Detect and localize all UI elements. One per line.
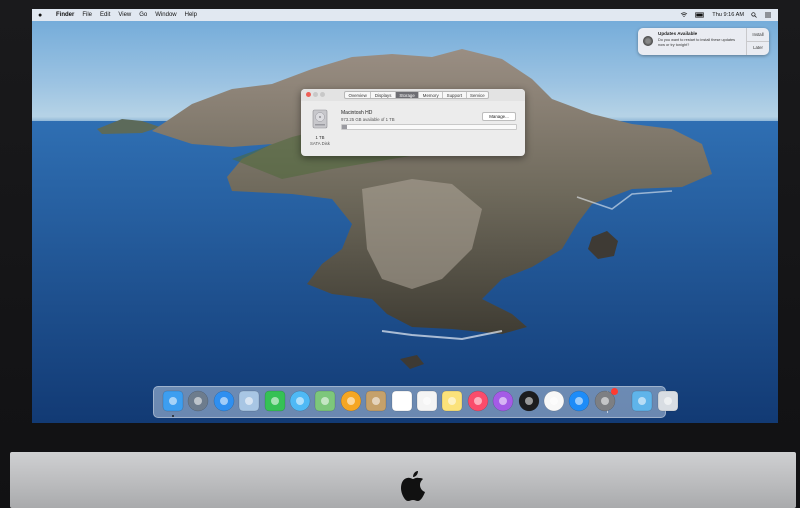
later-button[interactable]: Later <box>748 45 768 50</box>
notification-button-divider <box>747 41 769 42</box>
minimize-button[interactable] <box>313 92 318 97</box>
tab-support[interactable]: Support <box>443 92 467 98</box>
software-update-icon <box>643 36 653 46</box>
close-button[interactable] <box>306 92 311 97</box>
calendar-icon[interactable] <box>391 390 413 412</box>
downloads-folder-icon[interactable] <box>631 390 653 412</box>
messages-icon[interactable] <box>289 390 311 412</box>
disk-name: Macintosh HD <box>341 110 373 116</box>
contacts-icon[interactable] <box>365 390 387 412</box>
menu-extras: Thu 9:16 AM <box>680 9 772 21</box>
disk-size: 1 TB <box>315 135 325 140</box>
menu-help[interactable]: Help <box>185 12 197 18</box>
menu-window[interactable]: Window <box>155 12 176 18</box>
apple-menu-icon[interactable]: ● <box>38 12 48 19</box>
safari-icon[interactable] <box>213 390 235 412</box>
menu-view[interactable]: View <box>118 12 131 18</box>
disk-available: 973.25 GB available of 1 TB <box>341 117 395 122</box>
wallpaper-island <box>32 49 778 423</box>
tab-service[interactable]: Service <box>467 92 489 98</box>
tab-storage[interactable]: Storage <box>395 92 420 98</box>
photos-icon[interactable] <box>340 390 362 412</box>
about-tabs: Overview Displays Storage Memory Support… <box>344 91 490 99</box>
system-preferences-icon[interactable] <box>594 388 618 412</box>
imac-chin <box>10 452 796 508</box>
install-button[interactable]: Install <box>748 32 768 37</box>
reminders-icon[interactable] <box>416 390 438 412</box>
maps-icon[interactable] <box>314 390 336 412</box>
news-icon[interactable] <box>543 390 565 412</box>
notes-icon[interactable] <box>441 390 463 412</box>
notification-body: Do you want to restart to install these … <box>658 38 736 47</box>
app-store-icon[interactable] <box>568 390 590 412</box>
menu-edit[interactable]: Edit <box>100 12 110 18</box>
running-indicator <box>172 415 174 417</box>
apple-logo-icon <box>401 471 425 501</box>
update-badge <box>610 388 618 395</box>
updates-notification[interactable]: Updates Available Do you want to restart… <box>638 28 769 55</box>
zoom-button[interactable] <box>320 92 325 97</box>
storage-used-fill <box>342 125 348 129</box>
disk-type: SATA Disk <box>310 141 330 146</box>
search-icon[interactable] <box>751 12 757 18</box>
tab-memory[interactable]: Memory <box>419 92 444 98</box>
storage-bar <box>341 124 517 130</box>
menu-bar: ● Finder File Edit View Go Window Help T… <box>32 9 778 21</box>
trash-icon[interactable] <box>657 390 679 412</box>
podcasts-icon[interactable] <box>492 390 514 412</box>
about-this-mac-window: Overview Displays Storage Memory Support… <box>301 89 525 156</box>
window-titlebar[interactable]: Overview Displays Storage Memory Support… <box>301 89 525 101</box>
menu-app-name[interactable]: Finder <box>56 12 74 18</box>
music-icon[interactable] <box>467 390 489 412</box>
notification-title: Updates Available <box>658 31 698 36</box>
preview-icon[interactable] <box>238 390 260 412</box>
dock <box>153 386 678 418</box>
tv-icon[interactable] <box>518 390 540 412</box>
desktop-screen: ● Finder File Edit View Go Window Help T… <box>32 9 778 423</box>
battery-icon[interactable] <box>695 12 705 18</box>
menu-clock[interactable]: Thu 9:16 AM <box>712 12 744 18</box>
tab-overview[interactable]: Overview <box>345 92 372 98</box>
manage-button[interactable]: Manage... <box>482 112 516 121</box>
menu-go[interactable]: Go <box>139 12 147 18</box>
notification-center-icon[interactable] <box>764 12 772 18</box>
facetime-icon[interactable] <box>264 390 286 412</box>
finder-icon[interactable] <box>162 390 184 412</box>
wifi-icon[interactable] <box>680 12 688 18</box>
launchpad-icon[interactable] <box>187 390 209 412</box>
menu-file[interactable]: File <box>82 12 92 18</box>
hard-disk-icon <box>312 109 328 129</box>
tab-displays[interactable]: Displays <box>371 92 396 98</box>
